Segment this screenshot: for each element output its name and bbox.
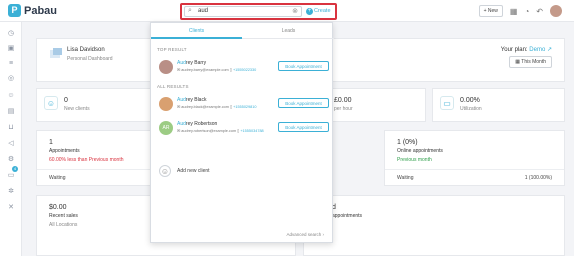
result-item[interactable]: AR Audrey Robertson ✉ audrey.robertson@e… [157, 120, 329, 138]
client-contact: ✉ audrey.robertson@example.com ▯ +155503… [177, 129, 264, 133]
phone-icon: ▯ [230, 105, 233, 109]
create-button[interactable]: + Create [306, 6, 332, 17]
client-avatar [159, 97, 173, 111]
globe-icon[interactable]: ◎ [7, 75, 15, 83]
stat-label: per hour [334, 106, 353, 112]
advanced-search-link[interactable]: Advanced search › [286, 232, 324, 237]
top-bar: P Pabau ⌕ aud ⊗ + Create + New ▦ ◔ ↶ [0, 0, 574, 22]
external-link-icon[interactable]: ↗ [547, 47, 552, 53]
all-results-label: ALL RESULTS [157, 84, 189, 89]
new-button[interactable]: + New [478, 5, 503, 17]
app-name: Pabau [24, 4, 58, 17]
megaphone-icon[interactable]: ◁ [7, 140, 15, 148]
client-name: Audrey Robertson [177, 121, 218, 127]
top-result-label: TOP RESULT [157, 47, 187, 52]
sales-label: Recent sales [49, 213, 78, 219]
active-tab-indicator [151, 37, 242, 39]
tools-icon[interactable]: ✕ [7, 204, 15, 212]
gear-icon[interactable]: ✲ [7, 188, 15, 196]
client-contact: ✉ audrey.barry@example.com ▯ +1555022330 [177, 68, 257, 72]
divider [385, 169, 564, 170]
appointments-change: 60.00% less than Previous month [49, 157, 124, 163]
app-logo[interactable]: P Pabau [8, 4, 57, 17]
result-item[interactable]: Audrey Barry ✉ audrey.barry@example.com … [157, 59, 329, 77]
add-user-icon: ☺ [159, 165, 171, 177]
stat-new-clients: ☺ 0 New clients [36, 88, 154, 122]
waiting-value: 1 (100.00%) [524, 175, 552, 181]
profile-subtitle: Personal Dashboard [67, 56, 113, 62]
email-icon: ✉ [177, 129, 181, 133]
sidebar: ◷ ▣ ≡ ◎ ☺ ▤ ⊔ ◁ ⚙ ▭ 4 ✲ ✕ [0, 22, 22, 256]
period-label: This Month [521, 59, 546, 65]
email-icon: ✉ [177, 105, 181, 109]
sales-location: All Locations [49, 222, 78, 228]
dashboard-illustration-icon [50, 48, 62, 58]
profile-name: Lisa Davidson [67, 47, 105, 53]
appointments-summary-panel: d appointments [303, 195, 565, 256]
user-avatar[interactable] [550, 5, 562, 17]
folder-icon: ▭ [440, 96, 454, 110]
search-results-dropdown: Clients Leads TOP RESULT Audrey Barry ✉ … [150, 22, 334, 243]
period-selector[interactable]: ▦ This Month [509, 56, 552, 68]
book-appointment-button[interactable]: Book Appointment [278, 61, 329, 71]
plus-icon: + [306, 8, 313, 15]
phone-icon: ▯ [237, 129, 240, 133]
waiting-label: Waiting [49, 175, 66, 181]
contacts-icon[interactable]: ☺ [7, 92, 15, 100]
search-area-highlight: ⌕ aud ⊗ + Create [180, 3, 337, 20]
waiting-label: Waiting [397, 175, 414, 181]
online-value: 1 (0%) [397, 139, 418, 146]
calendar-small-icon: ▦ [515, 59, 520, 65]
tab-leads[interactable]: Leads [243, 28, 334, 34]
top-right-actions: + New ▦ ◔ ↶ [478, 5, 562, 17]
calendar-icon[interactable]: ▦ [510, 7, 518, 16]
stat-value: 0 [64, 97, 68, 104]
stat-label: New clients [64, 106, 90, 112]
stat-label: Utilization [460, 106, 482, 112]
search-input[interactable]: ⌕ aud ⊗ [184, 6, 302, 17]
sales-value: $0.00 [49, 204, 67, 211]
search-value: aud [198, 8, 209, 14]
user-icon: ☺ [44, 96, 58, 110]
book-appointment-button[interactable]: Book Appointment [278, 122, 329, 132]
stat-value: 0.00% [460, 97, 480, 104]
settings-icon[interactable]: ⚙ [7, 156, 15, 164]
summary-label: appointments [332, 213, 363, 219]
appointments-value: 1 [49, 139, 53, 146]
client-name: Audrey Black [177, 97, 207, 103]
online-label: Online appointments [397, 148, 443, 154]
search-icon: ⌕ [188, 7, 192, 14]
add-client-label: Add new client [177, 168, 210, 174]
phone-icon: ▯ [229, 68, 232, 72]
online-change: Previous month [397, 157, 432, 163]
bell-icon[interactable]: ◔ [524, 7, 529, 16]
stat-utilization: ▭ 0.00% Utilization [432, 88, 565, 122]
notification-badge: 4 [12, 166, 18, 172]
client-avatar [159, 60, 173, 74]
cart-icon[interactable]: ⊔ [7, 124, 15, 132]
client-contact: ✉ audrey.black@example.com ▯ +1555029810 [177, 105, 257, 109]
undo-icon[interactable]: ↶ [536, 7, 543, 16]
clipboard-icon[interactable]: ▤ [7, 108, 15, 116]
clear-search-icon[interactable]: ⊗ [292, 7, 298, 15]
client-avatar-initials: AR [159, 121, 173, 135]
inbox-icon[interactable]: ▭ [7, 172, 15, 180]
calendar-nav-icon[interactable]: ▣ [7, 45, 15, 53]
plan-name-link[interactable]: Demo [529, 47, 545, 53]
stat-value: £0.00 [334, 97, 352, 104]
book-appointment-button[interactable]: Book Appointment [278, 98, 329, 108]
reports-icon[interactable]: ≡ [7, 60, 15, 68]
result-item[interactable]: Audrey Black ✉ audrey.black@example.com … [157, 96, 329, 114]
plan-info: Your plan: Demo ↗ [501, 46, 552, 53]
create-label: Create [314, 8, 331, 14]
email-icon: ✉ [177, 68, 181, 72]
appointments-label: Appointments [49, 148, 80, 154]
online-appointments-panel: 1 (0%) Online appointments Previous mont… [384, 130, 565, 186]
pabau-logo-icon: P [8, 4, 21, 17]
dashboard-icon[interactable]: ◷ [7, 30, 15, 38]
plan-label: Your plan: [500, 47, 528, 53]
client-name: Audrey Barry [177, 60, 207, 66]
tab-clients[interactable]: Clients [151, 28, 242, 34]
results-tabs: Clients Leads [151, 23, 334, 39]
